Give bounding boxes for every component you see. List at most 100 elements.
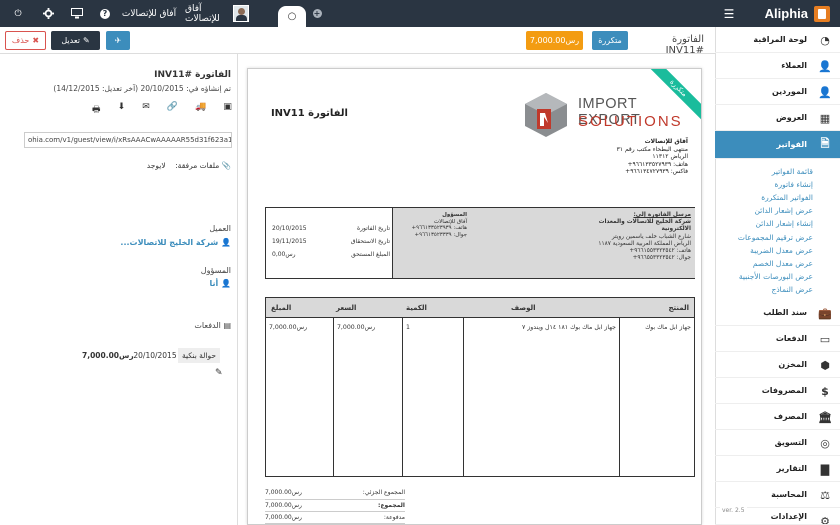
invoice-heading: الفاتورة INV11 bbox=[270, 108, 348, 119]
monitor-icon[interactable] bbox=[66, 0, 88, 27]
submenu-item[interactable]: عرض النماذج bbox=[715, 285, 840, 294]
submenu-item[interactable]: عرض البورصات الأجنبية bbox=[715, 272, 840, 281]
submenu-item[interactable]: قائمة الفواتير bbox=[715, 167, 840, 176]
payment-row[interactable]: 7,000.00رس 20/10/2015 حوالة بنكية bbox=[82, 346, 232, 364]
bank-icon: 🏛 bbox=[818, 410, 832, 424]
col-description: الوصف bbox=[511, 304, 536, 312]
items-table: المبلغ السعر الكمية الوصف المنتج 7,000.0… bbox=[265, 297, 695, 477]
email-icon[interactable]: ✉ bbox=[142, 102, 150, 114]
cell-amount: 7,000.00رس bbox=[269, 324, 308, 331]
panel-title: الفاتورة #INV11 bbox=[154, 70, 231, 80]
submenu-item[interactable]: عرض معدل الضريبة bbox=[715, 246, 840, 255]
sidebar-item-accounting[interactable]: المحاسبة ⚖ bbox=[715, 482, 840, 508]
briefcase-icon: 💼 bbox=[818, 306, 832, 320]
print-icon[interactable]: 🖶 bbox=[92, 102, 101, 115]
bar-chart-icon: ▇ bbox=[820, 462, 830, 476]
sidebar-item-bank[interactable]: المصرف 🏛 bbox=[715, 404, 840, 430]
edit-button[interactable]: تعديل ✎ bbox=[51, 31, 100, 50]
aliphia-logo-icon bbox=[814, 5, 830, 22]
sidebar-item-payments[interactable]: الدفعات ▭ bbox=[715, 326, 840, 352]
attachments-label: ملفات مرفقة: bbox=[175, 161, 220, 170]
owner-link[interactable]: 👤 أنا bbox=[31, 279, 231, 288]
sidebar-item-marketing[interactable]: التسويق ◎ bbox=[715, 430, 840, 456]
dollar-icon: $ bbox=[821, 384, 829, 398]
sidebar-item-label: سند الطلب bbox=[763, 308, 807, 317]
brand-logo[interactable]: Aliphia bbox=[765, 0, 830, 27]
submenu-item[interactable]: الفواتير المتكررة bbox=[715, 193, 840, 202]
power-icon[interactable]: ⏻ bbox=[6, 0, 30, 27]
box-icon[interactable]: ▣ bbox=[223, 102, 232, 114]
owner-line: جوال: ٩٦٦١٣٥٢٣٣٣٩+ bbox=[414, 231, 467, 238]
pencil-icon: ✎ bbox=[82, 36, 90, 45]
user-icon: 👤 bbox=[818, 59, 832, 73]
submenu-item[interactable]: عرض معدل الخصم bbox=[715, 259, 840, 268]
send-button[interactable]: ✈ bbox=[106, 31, 130, 50]
sidebar-item-invoices[interactable]: الفواتير 🗎 bbox=[715, 131, 840, 159]
cell-description: جهاز ابل ماك بوك ١٨١ ١٤ل ويندوز ٧ bbox=[521, 324, 616, 331]
meta-label: تاريخ الفاتورة bbox=[356, 225, 390, 232]
paperclip-icon: 📎 bbox=[221, 161, 231, 170]
table-row: 7,000.00رس 7,000.00رس 1 جهاز ابل ماك بوك… bbox=[266, 322, 694, 336]
download-icon[interactable]: ⬇ bbox=[118, 102, 126, 114]
brand-name: Aliphia bbox=[764, 6, 808, 21]
supplier-icon: 👤 bbox=[818, 85, 832, 99]
add-tab-icon[interactable]: + bbox=[309, 0, 325, 27]
submenu-item[interactable]: إنشاء إشعار الدائن bbox=[715, 219, 840, 228]
invoice-document: متكررة الفاتورة INV11 IMPORT EXPORT SOLU… bbox=[247, 68, 702, 525]
attachments-value: لايوجد bbox=[146, 161, 166, 170]
user-name[interactable]: آفاق للإتصالات bbox=[185, 0, 230, 27]
gear-icon[interactable] bbox=[38, 0, 58, 27]
totals-table: 7,000.00رس المجموع الجزئي: 7,000.00رس المج… bbox=[265, 487, 405, 524]
meta-column: 20/10/2015 تاريخ الفاتورة 19/11/2015 تاريخ… bbox=[266, 208, 393, 278]
sidebar-item-inventory[interactable]: المخزن ⬢ bbox=[715, 352, 840, 378]
sidebar-item-label: المحاسبة bbox=[771, 490, 807, 499]
delete-button[interactable]: حذف ✖ bbox=[5, 31, 46, 50]
sidebar-item-expenses[interactable]: المصروفات $ bbox=[715, 378, 840, 404]
submenu-item[interactable]: إنشاء فاتورة bbox=[715, 180, 840, 189]
avatar[interactable] bbox=[232, 0, 250, 27]
sidebar-item-clients[interactable]: العملاء 👤 bbox=[715, 53, 840, 79]
meta-label: المبلغ المستحق bbox=[351, 251, 390, 258]
payment-date: 20/10/2015 bbox=[133, 350, 177, 360]
tab-circle[interactable]: ○ bbox=[278, 6, 306, 27]
sidebar-item-label: لوحة المراقبة bbox=[753, 35, 807, 44]
sidebar-item-label: التقارير bbox=[776, 464, 807, 473]
truck-icon[interactable]: 🚚 bbox=[195, 102, 206, 114]
sidebar-item-label: الدفعات bbox=[775, 334, 807, 343]
sidebar-item-purchase-orders[interactable]: سند الطلب 💼 bbox=[715, 300, 840, 326]
payment-amount: 7,000.00رس bbox=[82, 350, 134, 360]
logo-line2: SOLUTIONS bbox=[578, 113, 683, 130]
sidebar-item-label: المخزن bbox=[778, 360, 807, 369]
submenu-item[interactable]: عرض إشعار الدائن bbox=[715, 206, 840, 215]
sidebar-item-suppliers[interactable]: الموردين 👤 bbox=[715, 79, 840, 105]
sidebar-item-label: الإعدادات bbox=[770, 511, 807, 521]
sidebar-item-label: العملاء bbox=[781, 61, 807, 70]
client-link[interactable]: 👤 شركة الخليج للاتصالات... bbox=[31, 238, 231, 247]
bill-to-line: شارع الشباب خلف ياسمين رويتر bbox=[611, 233, 691, 240]
bill-to-block: مرسل الفاتورة إلى: شركة الخليج للاتصالات… bbox=[531, 212, 691, 262]
link-icon[interactable]: 🔗 bbox=[167, 102, 178, 114]
help-icon[interactable]: ? bbox=[96, 0, 114, 27]
address-column: المسؤول آفاق للإتصالات هاتف: ٩٦٦١٣٣٥٢٣٩٣… bbox=[393, 208, 695, 278]
delete-label: حذف bbox=[11, 36, 30, 45]
total-label: المجموع: bbox=[378, 501, 405, 509]
sidebar-item-label: المصرف bbox=[773, 412, 807, 421]
edit-payment-icon[interactable]: ✎ bbox=[215, 368, 223, 378]
bill-to-line: الرياض المملكة العربية السعودية ١١٨٧ bbox=[598, 240, 691, 247]
sidebar-item-label: التسويق bbox=[774, 438, 807, 447]
submenu-item[interactable]: عرض ترقيم المجموعات bbox=[715, 233, 840, 242]
hamburger-menu-icon[interactable]: ☰ bbox=[718, 0, 740, 27]
company-name[interactable]: آفاق للإتصالات bbox=[120, 0, 178, 27]
public-url-input[interactable]: ohia.com/v1/guest/view/i/xRsAAACwAAAAAR5… bbox=[24, 132, 232, 148]
scale-icon: ⚖ bbox=[820, 488, 830, 502]
cell-product: جهاز ابل ماك بوك bbox=[645, 324, 691, 331]
amount-badge: 7,000.00رس bbox=[526, 31, 583, 50]
sidebar-item-label: المصروفات bbox=[761, 386, 807, 395]
sidebar-item-dashboard[interactable]: لوحة المراقبة ◔ bbox=[715, 27, 840, 53]
sidebar-item-estimates[interactable]: العروض ▦ bbox=[715, 105, 840, 131]
page-title: الفاتورة #INV11 bbox=[665, 34, 704, 56]
invoice-info-panel: الفاتورة #INV11 تم إنشاؤه في: 20/10/2015… bbox=[0, 54, 238, 525]
credit-card-icon: ▭ bbox=[819, 332, 831, 346]
sidebar-item-reports[interactable]: التقارير ▇ bbox=[715, 456, 840, 482]
meta-value: 19/11/2015 bbox=[272, 238, 307, 245]
